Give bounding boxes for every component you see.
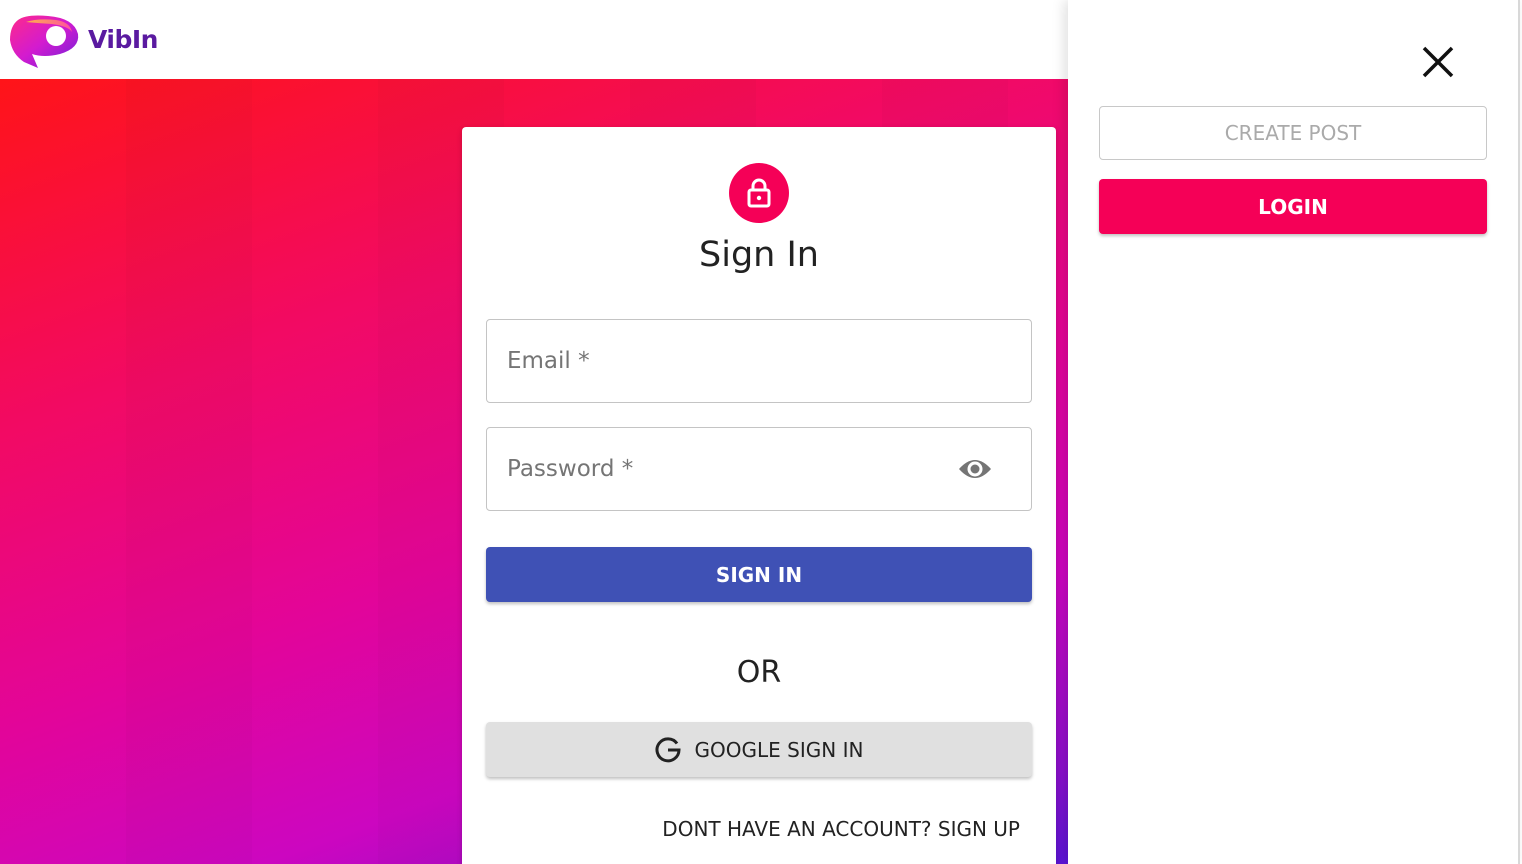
chat-bubble-logo-icon[interactable] [8, 12, 80, 68]
signin-button[interactable]: SIGN IN [486, 547, 1032, 602]
scrollbar[interactable] [1518, 0, 1520, 864]
lock-avatar [729, 163, 789, 223]
close-icon[interactable] [1420, 44, 1456, 80]
page: VibIn Sign In SIGN IN OR [0, 0, 1522, 864]
eye-icon[interactable] [957, 454, 993, 484]
google-signin-button[interactable]: GOOGLE SIGN IN [486, 722, 1032, 777]
or-separator: OR [736, 655, 782, 690]
email-field[interactable] [487, 320, 1031, 402]
top-header: VibIn [0, 0, 1068, 79]
signin-card: Sign In SIGN IN OR GOOGLE SIGN IN DONT H… [462, 127, 1056, 864]
google-g-icon [655, 736, 681, 762]
signin-title: Sign In [699, 235, 819, 275]
lock-icon [747, 178, 771, 208]
login-button[interactable]: LOGIN [1099, 179, 1487, 234]
password-field[interactable] [487, 428, 1031, 510]
password-field-container [486, 427, 1032, 511]
signup-link[interactable]: DONT HAVE AN ACCOUNT? SIGN UP [662, 817, 1020, 841]
side-drawer: CREATE POST LOGIN [1068, 0, 1520, 864]
email-field-container [486, 319, 1032, 403]
google-signin-label: GOOGLE SIGN IN [694, 737, 864, 762]
create-post-button[interactable]: CREATE POST [1099, 106, 1487, 160]
brand-name[interactable]: VibIn [88, 25, 158, 54]
